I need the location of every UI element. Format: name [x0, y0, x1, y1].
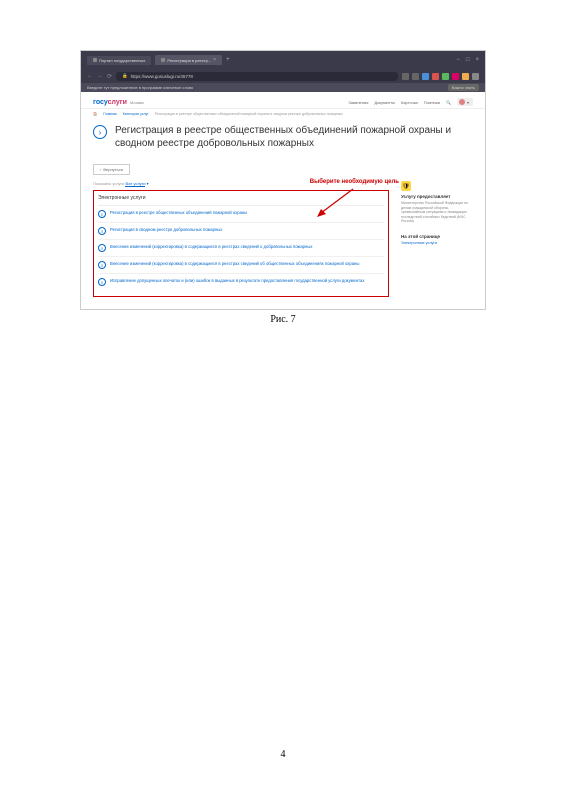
reload-icon[interactable]: ⟳ [107, 73, 112, 80]
breadcrumb-link[interactable]: Главная [103, 112, 116, 116]
page-number: 4 [0, 749, 566, 760]
annotation-arrow-icon [315, 187, 355, 217]
service-icon: ⌕ [98, 210, 106, 218]
nav-link[interactable]: Платежи [424, 100, 440, 105]
service-link: Регистрация в реестре общественных объед… [110, 210, 247, 215]
close-icon[interactable]: × [213, 57, 216, 63]
browser-tab-bar: Портал государственных Регистрация в рее… [81, 51, 485, 69]
service-link: Исправление допущенных опечаток и (или) … [110, 278, 364, 283]
tab-label: Регистрация в реестр... [167, 58, 211, 63]
user-menu[interactable]: ▾ [457, 98, 473, 106]
ext-icon[interactable] [412, 73, 419, 80]
service-icon: ⌕ [98, 244, 106, 252]
sidebar-title: Услугу предоставляет [401, 194, 473, 199]
home-icon[interactable]: 🏠 [93, 112, 97, 116]
region-label[interactable]: Москва [130, 100, 144, 105]
chevron-circle-icon: › [93, 125, 107, 139]
service-link: Регистрация в сводном реестре добровольн… [110, 227, 222, 232]
info-bar: Введите тут предложенное в программе клю… [81, 83, 485, 92]
info-button[interactable]: Важно знать [448, 84, 479, 91]
service-link: Внесение изменений (корректировка) в сод… [110, 261, 359, 266]
sidebar-anchor-link[interactable]: Электронные услуги [401, 241, 473, 245]
service-icon: ⌕ [98, 261, 106, 269]
ext-icon[interactable] [452, 73, 459, 80]
service-item[interactable]: ⌕ Регистрация в сводном реестре добровол… [98, 223, 384, 240]
search-icon[interactable]: 🔍 [446, 100, 451, 105]
extension-icons [402, 73, 479, 80]
nav-link[interactable]: Карточка [401, 100, 418, 105]
ext-icon[interactable] [442, 73, 449, 80]
maximize-icon[interactable]: □ [466, 57, 470, 63]
annotation-callout: Выберите необходимую цель [310, 179, 399, 185]
page-title-block: › Регистрация в реестре общественных объ… [81, 119, 485, 158]
site-header: госуслуги Москва Заявления Документы Кар… [81, 96, 485, 109]
sidebar-text: Министерство Российской Федерации по дел… [401, 201, 473, 224]
breadcrumb-link[interactable]: Категории услуг [123, 112, 149, 116]
nav-forward-icon[interactable]: → [97, 73, 103, 80]
service-icon: ⌕ [98, 227, 106, 235]
tab-link-all[interactable]: Все услуги [125, 181, 145, 187]
chevron-down-icon: ▾ [467, 100, 469, 105]
ext-icon[interactable] [462, 73, 469, 80]
avatar-icon [459, 99, 465, 105]
shield-icon: 🛡 [401, 181, 411, 191]
back-button[interactable]: ‹ Вернуться [93, 164, 130, 175]
nav-link[interactable]: Документы [374, 100, 395, 105]
tab-label: Портал государственных [99, 58, 145, 63]
ext-icon[interactable] [472, 73, 479, 80]
minimize-icon[interactable]: − [456, 57, 460, 63]
chevron-left-icon: ‹ [100, 167, 101, 172]
ext-icon[interactable] [432, 73, 439, 80]
url-text: https://www.gosuslugi.ru/45778 [131, 74, 193, 79]
info-text: Введите тут предложенное в программе клю… [87, 85, 193, 90]
chevron-down-icon[interactable]: ▾ [147, 181, 149, 186]
service-item[interactable]: ⌕ Исправление допущенных опечаток и (или… [98, 274, 384, 290]
gosuslugi-logo[interactable]: госуслуги [93, 99, 127, 106]
browser-tab[interactable]: Портал государственных [87, 56, 151, 65]
sidebar: 🛡 Услугу предоставляет Министерство Росс… [401, 181, 473, 297]
breadcrumb-current: Регистрация в реестре общественных объед… [155, 112, 343, 116]
ext-icon[interactable] [402, 73, 409, 80]
sidebar-title: На этой странице [401, 234, 473, 239]
lock-icon: 🔒 [122, 73, 128, 79]
browser-tab-active[interactable]: Регистрация в реестр... × [155, 55, 222, 65]
url-field[interactable]: 🔒 https://www.gosuslugi.ru/45778 [116, 72, 398, 81]
nav-back-icon[interactable]: ← [87, 73, 93, 80]
breadcrumb: 🏠 Главная Категории услуг Регистрация в … [81, 109, 485, 119]
nav-link[interactable]: Заявления [348, 100, 368, 105]
service-icon: ⌕ [98, 278, 106, 286]
browser-screenshot: Портал государственных Регистрация в рее… [80, 50, 486, 310]
new-tab-button[interactable]: + [226, 57, 230, 63]
tab-label-text: Показаны услуги [93, 181, 124, 186]
page-title: Регистрация в реестре общественных объед… [115, 125, 473, 150]
address-bar: ← → ⟳ 🔒 https://www.gosuslugi.ru/45778 [81, 69, 485, 83]
page-body: госуслуги Москва Заявления Документы Кар… [81, 92, 485, 309]
service-item[interactable]: ⌕ Внесение изменений (корректировка) в с… [98, 257, 384, 274]
service-item[interactable]: ⌕ Внесение изменений (корректировка) в с… [98, 240, 384, 257]
back-label: Вернуться [103, 167, 122, 172]
close-window-icon[interactable]: × [475, 57, 479, 63]
tab-favicon [93, 58, 97, 62]
service-link: Внесение изменений (корректировка) в сод… [110, 244, 312, 249]
tab-favicon [161, 58, 165, 62]
ext-icon[interactable] [422, 73, 429, 80]
figure-caption: Рис. 7 [80, 314, 486, 325]
